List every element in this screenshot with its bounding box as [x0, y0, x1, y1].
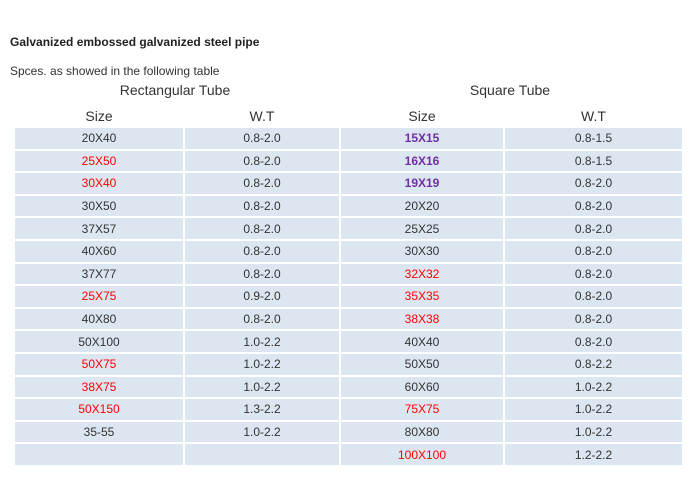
square-wt-cell: 0.8-2.0 — [505, 195, 682, 217]
square-size-cell: 20X20 — [341, 195, 503, 217]
square-size-cell: 19X19 — [341, 173, 503, 194]
square-size-header: Size — [408, 108, 436, 124]
table-row: 25X50 0.8-2.0 16X16 0.8-1.5 — [15, 150, 682, 172]
rect-size-cell: 37X77 — [15, 263, 183, 285]
square-wt-cell: 0.8-2.0 — [505, 240, 682, 262]
table-row: 35-55 1.0-2.2 80X80 1.0-2.2 — [15, 421, 682, 443]
square-size-cell: 30X30 — [341, 240, 503, 262]
table-row: 50X100 1.0-2.2 40X40 0.8-2.0 — [15, 331, 682, 352]
specs-table: Size W.T Size W.T 20X40 0.8-2.0 15X15 0.8-1… — [13, 104, 684, 467]
square-wt-cell: 0.8-2.0 — [505, 308, 682, 330]
square-size-cell: 16X16 — [341, 150, 503, 172]
square-wt-cell: 0.8-1.5 — [505, 128, 682, 149]
rect-wt-cell: 0.8-2.0 — [185, 128, 339, 149]
table-row: 37X77 0.8-2.0 32X32 0.8-2.0 — [15, 263, 682, 285]
rect-wt-cell: 0.8-2.0 — [185, 150, 339, 172]
table-row: 50X150 1.3-2.2 75X75 1.0-2.2 — [15, 399, 682, 420]
rect-wt-cell: 1.3-2.2 — [185, 399, 339, 420]
square-wt-cell: 1.0-2.2 — [505, 376, 682, 398]
square-wt-cell: 1.0-2.2 — [505, 421, 682, 443]
rect-wt-cell: 0.8-2.0 — [185, 195, 339, 217]
square-size-cell: 35X35 — [341, 286, 503, 307]
square-wt-cell: 0.8-1.5 — [505, 150, 682, 172]
square-wt-cell: 0.8-2.0 — [505, 286, 682, 307]
square-size-cell: 15X15 — [341, 128, 503, 149]
square-size-cell: 32X32 — [341, 263, 503, 285]
rect-size-cell: 40X80 — [15, 308, 183, 330]
square-size-cell: 38X38 — [341, 308, 503, 330]
specs-table-body: 20X40 0.8-2.0 15X15 0.8-1.5 25X50 0.8-2.0 16X1… — [15, 128, 682, 465]
rect-size-cell: 50X150 — [15, 399, 183, 420]
square-size-cell: 60X60 — [341, 376, 503, 398]
rect-wt-cell: 1.0-2.2 — [185, 376, 339, 398]
page-title: Galvanized embossed galvanized steel pip… — [10, 35, 260, 49]
rect-size-cell: 20X40 — [15, 128, 183, 149]
rect-size-cell — [15, 444, 183, 465]
table-row: 25X75 0.9-2.0 35X35 0.8-2.0 — [15, 286, 682, 307]
square-wt-cell: 0.8-2.0 — [505, 331, 682, 352]
square-size-cell: 25X25 — [341, 218, 503, 239]
rect-size-cell: 38X75 — [15, 376, 183, 398]
rect-wt-cell: 0.8-2.0 — [185, 173, 339, 194]
rect-size-cell: 35-55 — [15, 421, 183, 443]
rect-size-cell: 50X100 — [15, 331, 183, 352]
square-size-cell: 100X100 — [341, 444, 503, 465]
rectangular-tube-title: Rectangular Tube — [119, 82, 231, 98]
square-tube-title: Square Tube — [469, 82, 551, 98]
rect-size-cell: 30X50 — [15, 195, 183, 217]
rect-size-header: Size — [85, 108, 113, 124]
rect-wt-cell: 0.8-2.0 — [185, 263, 339, 285]
rect-size-cell: 37X57 — [15, 218, 183, 239]
table-header-row: Size W.T Size W.T — [15, 106, 682, 126]
rect-wt-header: W.T — [249, 108, 275, 124]
rect-wt-cell: 0.8-2.0 — [185, 240, 339, 262]
table-row: 40X80 0.8-2.0 38X38 0.8-2.0 — [15, 308, 682, 330]
square-size-cell: 80X80 — [341, 421, 503, 443]
rect-wt-cell: 0.8-2.0 — [185, 218, 339, 239]
table-row: 50X75 1.0-2.2 50X50 0.8-2.2 — [15, 353, 682, 375]
rect-wt-cell: 0.9-2.0 — [185, 286, 339, 307]
table-row: 38X75 1.0-2.2 60X60 1.0-2.2 — [15, 376, 682, 398]
square-wt-cell: 0.8-2.0 — [505, 218, 682, 239]
square-wt-cell: 1.0-2.2 — [505, 399, 682, 420]
table-row: 20X40 0.8-2.0 15X15 0.8-1.5 — [15, 128, 682, 149]
rect-wt-cell: 1.0-2.2 — [185, 353, 339, 375]
square-wt-header: W.T — [581, 108, 606, 124]
rect-wt-cell: 0.8-2.0 — [185, 308, 339, 330]
table-row: 100X100 1.2-2.2 — [15, 444, 682, 465]
rect-wt-cell — [185, 444, 339, 465]
square-size-cell: 40X40 — [341, 331, 503, 352]
table-row: 30X40 0.8-2.0 19X19 0.8-2.0 — [15, 173, 682, 194]
rect-wt-cell: 1.0-2.2 — [185, 421, 339, 443]
table-row: 37X57 0.8-2.0 25X25 0.8-2.0 — [15, 218, 682, 239]
rect-size-cell: 50X75 — [15, 353, 183, 375]
rect-wt-cell: 1.0-2.2 — [185, 331, 339, 352]
rect-size-cell: 40X60 — [15, 240, 183, 262]
square-wt-cell: 0.8-2.0 — [505, 263, 682, 285]
square-wt-cell: 0.8-2.2 — [505, 353, 682, 375]
rect-size-cell: 30X40 — [15, 173, 183, 194]
rect-size-cell: 25X75 — [15, 286, 183, 307]
table-row: 30X50 0.8-2.0 20X20 0.8-2.0 — [15, 195, 682, 217]
square-wt-cell: 0.8-2.0 — [505, 173, 682, 194]
rect-size-cell: 25X50 — [15, 150, 183, 172]
intro-text: Spces. as showed in the following table — [10, 64, 220, 78]
square-size-cell: 50X50 — [341, 353, 503, 375]
square-size-cell: 75X75 — [341, 399, 503, 420]
square-wt-cell: 1.2-2.2 — [505, 444, 682, 465]
table-row: 40X60 0.8-2.0 30X30 0.8-2.0 — [15, 240, 682, 262]
